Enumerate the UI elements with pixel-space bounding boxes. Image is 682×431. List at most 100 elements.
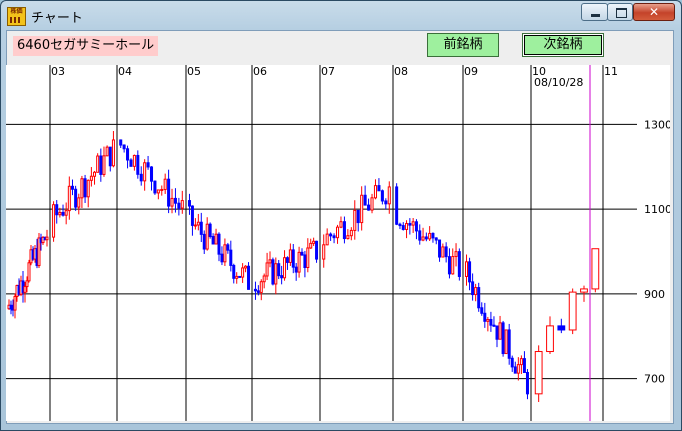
candle-body xyxy=(294,266,298,273)
candle-body xyxy=(64,210,68,216)
candle-body xyxy=(384,200,388,205)
candle-body xyxy=(411,221,415,226)
candle-body xyxy=(492,324,496,327)
month-label: 05 xyxy=(187,65,201,78)
candle-body xyxy=(160,188,164,191)
app-icon-bars xyxy=(10,17,22,23)
candle-body xyxy=(471,281,475,296)
candle-body xyxy=(119,139,123,146)
candle-body xyxy=(111,139,115,167)
candle-body xyxy=(447,256,451,275)
candle-body xyxy=(146,162,150,168)
candle-body xyxy=(474,287,478,296)
candle-body xyxy=(149,166,154,182)
candle-body xyxy=(380,190,384,202)
candle-body xyxy=(220,253,224,263)
minimize-button[interactable] xyxy=(581,3,608,21)
candle-body xyxy=(217,233,221,255)
candle-body xyxy=(241,267,245,278)
candle-body xyxy=(214,233,218,245)
candle-body xyxy=(454,251,458,258)
candle-body xyxy=(468,261,472,283)
candle-body xyxy=(271,259,275,285)
candle-body xyxy=(190,205,194,226)
prev-stock-button[interactable]: 前銘柄 xyxy=(427,33,499,57)
candle-body xyxy=(398,223,402,227)
candlestick-chart[interactable]: 03 04 05 06 07 08 09 10 117009001100130008/10/28 xyxy=(6,65,670,421)
candle-body xyxy=(513,366,517,374)
candle-body xyxy=(268,259,272,264)
month-label: 06 xyxy=(253,65,267,78)
candle-body xyxy=(522,358,526,373)
candle-body xyxy=(516,364,520,374)
candle-body xyxy=(235,275,239,279)
app-icon: 株価 xyxy=(7,7,26,26)
stock-name-label: 6460セガサミーホール xyxy=(13,36,159,56)
next-stock-button[interactable]: 次銘柄 xyxy=(522,33,604,57)
candle-body xyxy=(401,225,405,230)
candle-body xyxy=(265,262,269,277)
month-label: 04 xyxy=(118,65,132,78)
candle-body xyxy=(96,155,100,173)
app-icon-label: 株価 xyxy=(10,8,23,15)
candle-body xyxy=(238,275,242,278)
candle-body xyxy=(208,223,212,238)
candle-body xyxy=(9,304,13,310)
month-label: 07 xyxy=(321,65,335,78)
candle-body xyxy=(27,262,31,282)
candle-body xyxy=(132,154,136,167)
candle-body xyxy=(367,204,371,211)
candle-body xyxy=(143,162,147,182)
candle-body xyxy=(349,229,353,237)
candle-body xyxy=(193,224,197,227)
month-label: 09 xyxy=(464,65,478,78)
candle-body xyxy=(387,186,391,205)
candle-body xyxy=(444,246,448,258)
close-button[interactable]: ✕ xyxy=(633,3,675,21)
candle-body xyxy=(226,244,230,251)
title-bar[interactable]: 株価 チャート ✕ xyxy=(1,1,681,30)
candle-body xyxy=(303,254,307,269)
cursor-date-label: 08/10/28 xyxy=(534,76,583,89)
candle-body xyxy=(489,318,493,326)
candle-body xyxy=(77,197,81,208)
candle-body xyxy=(356,209,360,224)
candle-body xyxy=(431,232,435,239)
candle-body xyxy=(58,211,62,216)
candle-body xyxy=(253,288,257,292)
candle-body xyxy=(534,351,543,395)
candle-body xyxy=(504,329,508,355)
candle-body xyxy=(346,235,350,240)
candle-body xyxy=(55,204,59,216)
candle-body xyxy=(329,233,333,237)
month-label: 08 xyxy=(394,65,408,78)
candle-body xyxy=(102,155,106,175)
candle-body xyxy=(211,236,215,245)
candle-body xyxy=(89,175,93,181)
maximize-button[interactable] xyxy=(607,3,633,21)
candle-body xyxy=(568,291,577,331)
candle-body xyxy=(105,146,109,157)
candle-body xyxy=(312,240,316,244)
candle-body xyxy=(277,263,281,277)
candle-body xyxy=(405,223,409,230)
candle-body xyxy=(52,204,56,238)
candle-body xyxy=(300,251,304,256)
candle-body xyxy=(170,197,174,207)
candle-body xyxy=(495,325,499,340)
candle-body xyxy=(441,246,445,258)
candle-body xyxy=(67,185,71,212)
maximize-icon xyxy=(616,8,627,18)
candle-body xyxy=(74,188,78,208)
candle-body xyxy=(519,358,523,366)
chart-window: 株価 チャート ✕ 6460セガサミーホール 前銘柄 次銘柄 03 04 05 06 0… xyxy=(0,0,682,431)
candle-body xyxy=(285,257,289,263)
candle-body xyxy=(510,357,514,368)
candle-body xyxy=(557,325,566,331)
candle-body xyxy=(339,221,343,228)
y-tick-label: 1300 xyxy=(644,118,670,131)
candle-body xyxy=(25,280,29,288)
candle-body xyxy=(507,329,511,359)
close-icon: ✕ xyxy=(648,5,660,19)
candle-body xyxy=(486,318,490,322)
